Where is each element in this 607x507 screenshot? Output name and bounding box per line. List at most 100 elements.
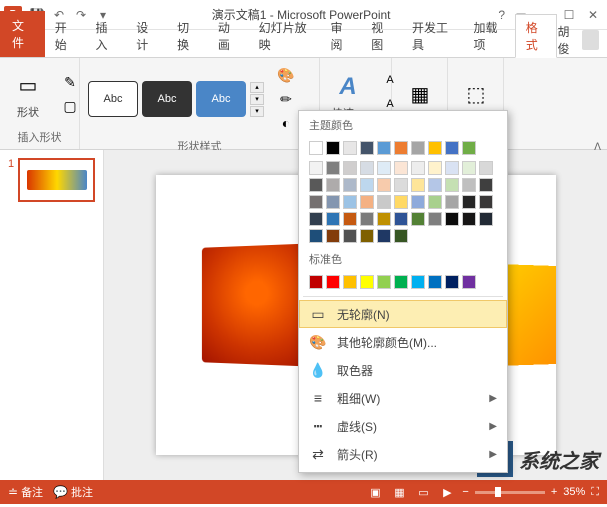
color-swatch[interactable] xyxy=(326,141,340,155)
reading-view-icon[interactable]: ▭ xyxy=(414,483,432,501)
color-swatch[interactable] xyxy=(343,178,357,192)
color-swatch[interactable] xyxy=(309,141,323,155)
color-swatch[interactable] xyxy=(479,212,493,226)
sorter-view-icon[interactable]: ▦ xyxy=(390,483,408,501)
color-swatch[interactable] xyxy=(343,275,357,289)
color-swatch[interactable] xyxy=(377,161,391,175)
fit-to-window-icon[interactable]: ⛶ xyxy=(591,486,599,499)
zoom-level[interactable]: 35% xyxy=(563,486,585,498)
color-swatch[interactable] xyxy=(326,195,340,209)
gallery-up-icon[interactable]: ▴ xyxy=(250,82,264,93)
color-swatch[interactable] xyxy=(360,275,374,289)
slideshow-view-icon[interactable]: ▶ xyxy=(438,483,456,501)
shape-effects-icon[interactable]: ◐ xyxy=(272,112,300,134)
color-swatch[interactable] xyxy=(326,229,340,243)
color-swatch[interactable] xyxy=(428,161,442,175)
user-avatar[interactable] xyxy=(582,30,599,50)
color-swatch[interactable] xyxy=(377,178,391,192)
tab-slideshow[interactable]: 幻灯片放映 xyxy=(249,15,321,57)
color-swatch[interactable] xyxy=(326,161,340,175)
color-swatch[interactable] xyxy=(394,212,408,226)
tab-developer[interactable]: 开发工具 xyxy=(402,15,464,57)
shape-outline-icon[interactable]: ✏ xyxy=(272,88,300,110)
weight-item[interactable]: ≡ 粗细(W) ▶ xyxy=(299,384,507,412)
color-swatch[interactable] xyxy=(479,178,493,192)
normal-view-icon[interactable]: ▣ xyxy=(366,483,384,501)
user-name[interactable]: 胡俊 xyxy=(557,23,577,57)
more-colors-item[interactable]: 🎨 其他轮廓颜色(M)... xyxy=(299,328,507,356)
close-icon[interactable]: ✕ xyxy=(583,6,603,24)
color-swatch[interactable] xyxy=(445,161,459,175)
color-swatch[interactable] xyxy=(428,195,442,209)
color-swatch[interactable] xyxy=(479,195,493,209)
tab-review[interactable]: 审阅 xyxy=(321,15,362,57)
zoom-in-icon[interactable]: + xyxy=(551,486,557,498)
color-swatch[interactable] xyxy=(343,161,357,175)
tab-view[interactable]: 视图 xyxy=(361,15,402,57)
color-swatch[interactable] xyxy=(462,141,476,155)
color-swatch[interactable] xyxy=(377,195,391,209)
color-swatch[interactable] xyxy=(445,195,459,209)
comments-button[interactable]: 💬 批注 xyxy=(53,484,93,500)
color-swatch[interactable] xyxy=(462,195,476,209)
color-swatch[interactable] xyxy=(411,212,425,226)
zoom-slider[interactable] xyxy=(475,491,545,494)
color-swatch[interactable] xyxy=(462,212,476,226)
color-swatch[interactable] xyxy=(394,195,408,209)
color-swatch[interactable] xyxy=(394,141,408,155)
color-swatch[interactable] xyxy=(411,141,425,155)
color-swatch[interactable] xyxy=(343,195,357,209)
color-swatch[interactable] xyxy=(360,195,374,209)
color-swatch[interactable] xyxy=(309,161,323,175)
color-swatch[interactable] xyxy=(377,212,391,226)
color-swatch[interactable] xyxy=(360,161,374,175)
eyedropper-item[interactable]: 💧 取色器 xyxy=(299,356,507,384)
color-swatch[interactable] xyxy=(462,275,476,289)
shapes-button[interactable]: ▭ 形状 xyxy=(8,68,48,122)
color-swatch[interactable] xyxy=(394,161,408,175)
color-swatch[interactable] xyxy=(411,161,425,175)
color-swatch[interactable] xyxy=(360,212,374,226)
shape-fill-icon[interactable]: 🎨 xyxy=(272,64,300,86)
maximize-icon[interactable]: ☐ xyxy=(559,6,579,24)
gallery-down-icon[interactable]: ▾ xyxy=(250,94,264,105)
color-swatch[interactable] xyxy=(309,178,323,192)
color-swatch[interactable] xyxy=(479,161,493,175)
color-swatch[interactable] xyxy=(360,141,374,155)
color-swatch[interactable] xyxy=(343,212,357,226)
color-swatch[interactable] xyxy=(411,275,425,289)
zoom-out-icon[interactable]: − xyxy=(462,486,468,498)
color-swatch[interactable] xyxy=(377,229,391,243)
color-swatch[interactable] xyxy=(360,229,374,243)
zoom-thumb[interactable] xyxy=(495,487,501,497)
color-swatch[interactable] xyxy=(428,178,442,192)
tab-addins[interactable]: 加载项 xyxy=(464,15,515,57)
tab-animations[interactable]: 动画 xyxy=(208,15,249,57)
color-swatch[interactable] xyxy=(445,275,459,289)
no-outline-item[interactable]: ▭ 无轮廓(N) xyxy=(299,300,507,328)
color-swatch[interactable] xyxy=(462,178,476,192)
dashes-item[interactable]: ┅ 虚线(S) ▶ xyxy=(299,412,507,440)
color-swatch[interactable] xyxy=(377,275,391,289)
color-swatch[interactable] xyxy=(428,212,442,226)
color-swatch[interactable] xyxy=(326,275,340,289)
tab-design[interactable]: 设计 xyxy=(126,15,167,57)
slide-thumbnail[interactable] xyxy=(18,158,95,202)
style-preset-3[interactable]: Abc xyxy=(196,81,246,117)
color-swatch[interactable] xyxy=(394,178,408,192)
color-swatch[interactable] xyxy=(309,195,323,209)
color-swatch[interactable] xyxy=(360,178,374,192)
color-swatch[interactable] xyxy=(326,212,340,226)
color-swatch[interactable] xyxy=(377,141,391,155)
color-swatch[interactable] xyxy=(309,212,323,226)
thumbnail-item[interactable]: 1 xyxy=(8,158,95,202)
color-swatch[interactable] xyxy=(309,229,323,243)
color-swatch[interactable] xyxy=(428,275,442,289)
color-swatch[interactable] xyxy=(394,229,408,243)
notes-button[interactable]: ≐ 备注 xyxy=(8,484,43,500)
color-swatch[interactable] xyxy=(326,178,340,192)
tab-format[interactable]: 格式 xyxy=(515,14,558,58)
tab-home[interactable]: 开始 xyxy=(45,15,86,57)
style-gallery[interactable]: Abc Abc Abc ▴ ▾ ▾ xyxy=(88,81,264,117)
color-swatch[interactable] xyxy=(411,178,425,192)
